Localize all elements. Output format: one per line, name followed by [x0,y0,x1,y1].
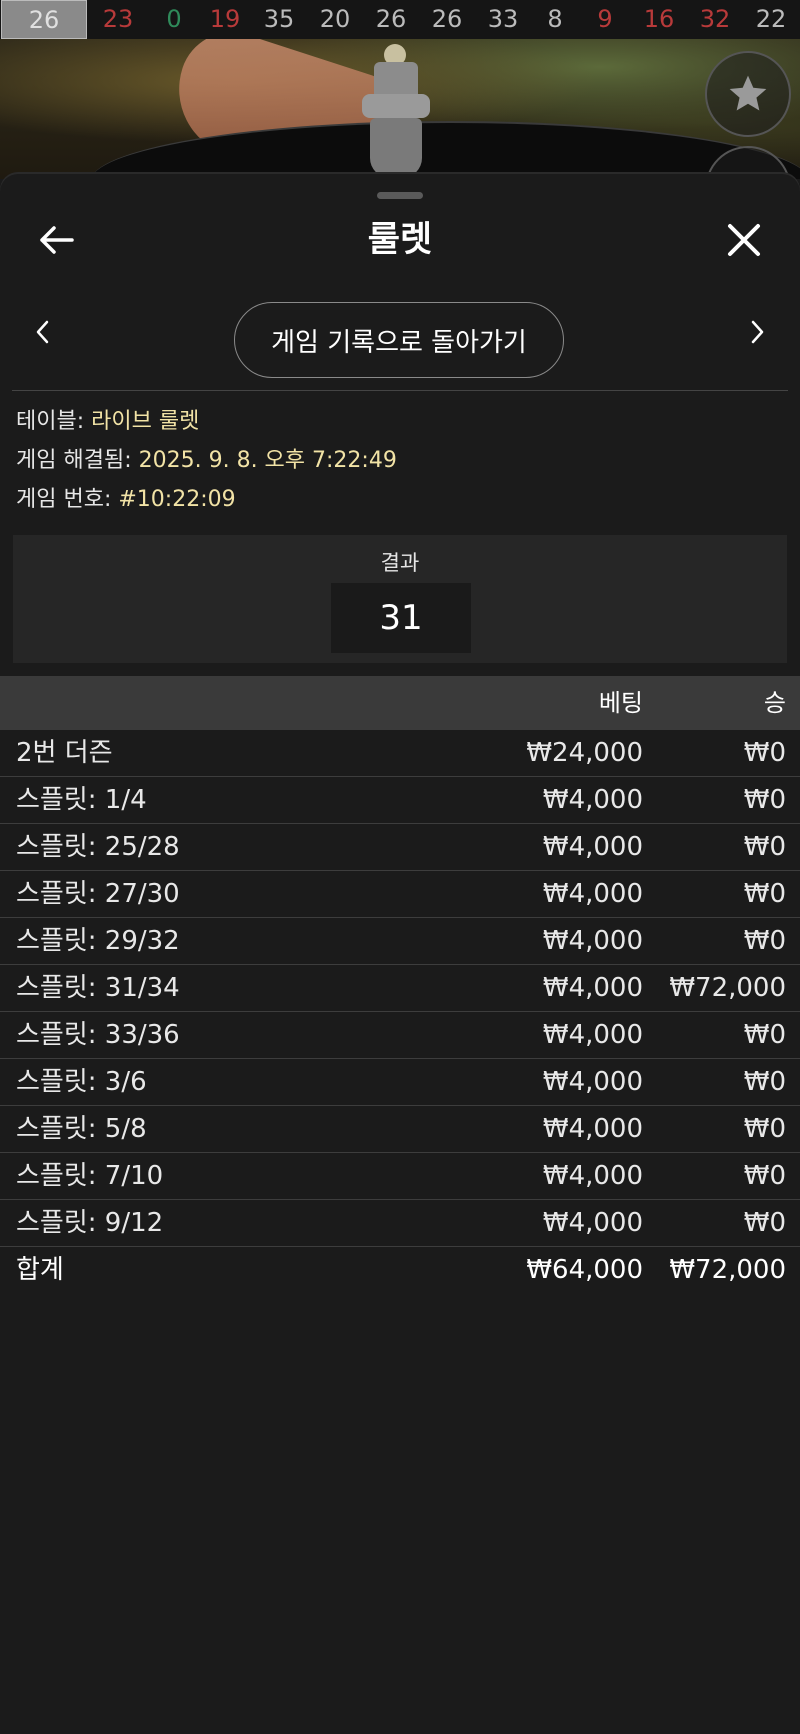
recent-results-strip: 26 23 0 19 35 20 26 26 33 8 9 16 32 22 [0,0,800,39]
win-amount: ₩0 [743,926,786,956]
result-number: 31 [331,583,471,653]
win-amount: ₩0 [743,1114,786,1144]
resolved-label: 게임 해결됨: [16,448,139,473]
table-row: 스플릿: 9/12 ₩4,000 ₩0 [0,1200,800,1247]
recent-result-number: 35 [263,5,295,33]
table-label: 테이블: [16,409,92,434]
sheet-grabber[interactable] [377,192,423,199]
game-history-panel: 룰렛 게임 기록으로 돌아가기 테이블: 라이브 룰렛 게임 해결됨: 2025… [0,174,800,1734]
recent-result-number: 33 [487,5,519,33]
recent-result-number: 26 [431,5,463,33]
win-amount: ₩0 [743,738,786,768]
game-number-value: #10:22:09 [118,487,236,512]
win-amount: ₩0 [743,1020,786,1050]
win-amount: ₩0 [743,879,786,909]
recent-result-number: 16 [643,5,675,33]
bet-name: 스플릿: 3/6 [16,1067,147,1097]
bet-name: 스플릿: 9/12 [16,1208,164,1238]
win-amount: ₩0 [743,832,786,862]
bet-amount: ₩24,000 [526,738,643,768]
bets-table-body: 2번 더즌 ₩24,000 ₩0 스플릿: 1/4 ₩4,000 ₩0 스플릿: 25/28… [0,730,800,1293]
result-label: 결과 [380,551,420,575]
table-row: 2번 더즌 ₩24,000 ₩0 [0,730,800,777]
divider [12,390,788,391]
bet-amount: ₩4,000 [542,973,643,1003]
table-row: 스플릿: 27/30 ₩4,000 ₩0 [0,871,800,918]
bet-amount: ₩4,000 [542,1020,643,1050]
star-icon [729,75,767,111]
wheel-turret [360,44,432,179]
bet-amount: ₩4,000 [542,832,643,862]
recent-result-number: 26 [1,0,87,39]
arrow-left-icon [40,226,74,254]
previous-game-button[interactable] [24,312,60,352]
table-total-row: 합계 ₩64,000 ₩72,000 [0,1247,800,1293]
bet-name: 스플릿: 1/4 [16,785,147,815]
close-button[interactable] [720,216,768,264]
live-video-feed [0,39,800,179]
recent-result-number: 22 [755,5,787,33]
table-row: 스플릿: 25/28 ₩4,000 ₩0 [0,824,800,871]
bet-amount: ₩4,000 [542,1208,643,1238]
bet-amount: ₩4,000 [542,926,643,956]
resolved-value: 2025. 9. 8. 오후 7:22:49 [138,448,397,473]
table-row: 스플릿: 29/32 ₩4,000 ₩0 [0,918,800,965]
recent-result-number: 19 [209,5,241,33]
column-header-win: 승 [763,689,786,717]
win-amount: ₩0 [743,1161,786,1191]
recent-result-number: 8 [547,5,563,33]
table-row: 스플릿: 3/6 ₩4,000 ₩0 [0,1059,800,1106]
bet-name: 스플릿: 7/10 [16,1161,164,1191]
chevron-right-icon [751,320,764,344]
chevron-left-icon [36,320,49,344]
bet-amount: ₩4,000 [542,785,643,815]
result-box: 결과 31 [13,535,787,663]
bet-name: 스플릿: 27/30 [16,879,180,909]
bet-name: 2번 더즌 [16,738,113,768]
bet-name: 합계 [16,1255,64,1285]
win-amount: ₩0 [743,1067,786,1097]
bet-name: 스플릿: 31/34 [16,973,180,1003]
recent-result-number: 20 [319,5,351,33]
back-button[interactable] [32,216,80,264]
page-title: 룰렛 [367,220,433,260]
bet-amount: ₩4,000 [542,879,643,909]
bet-name: 스플릿: 5/8 [16,1114,147,1144]
game-number-info: 게임 번호: #10:22:09 [16,485,236,515]
close-icon [728,224,760,256]
table-info: 테이블: 라이브 룰렛 [16,407,199,437]
back-to-history-button[interactable]: 게임 기록으로 돌아가기 [234,302,564,378]
win-amount: ₩0 [743,1208,786,1238]
recent-result-number: 32 [699,5,731,33]
recent-result-number: 9 [597,5,613,33]
recent-result-number: 23 [102,5,134,33]
resolved-info: 게임 해결됨: 2025. 9. 8. 오후 7:22:49 [16,446,397,476]
recent-result-number: 26 [375,5,407,33]
recent-result-number: 0 [166,5,182,33]
bets-table-header: 베팅 승 [0,676,800,730]
table-row: 스플릿: 31/34 ₩4,000 ₩72,000 [0,965,800,1012]
column-header-bet: 베팅 [598,689,643,717]
win-amount: ₩72,000 [669,1255,786,1285]
win-amount: ₩0 [743,785,786,815]
next-game-button[interactable] [740,312,776,352]
bet-name: 스플릿: 33/36 [16,1020,180,1050]
bet-amount: ₩4,000 [542,1067,643,1097]
favorite-button[interactable] [705,51,791,137]
win-amount: ₩72,000 [669,973,786,1003]
bet-amount: ₩4,000 [542,1114,643,1144]
table-value: 라이브 룰렛 [91,409,200,434]
bet-name: 스플릿: 25/28 [16,832,180,862]
table-row: 스플릿: 1/4 ₩4,000 ₩0 [0,777,800,824]
table-row: 스플릿: 7/10 ₩4,000 ₩0 [0,1153,800,1200]
bet-amount: ₩4,000 [542,1161,643,1191]
game-number-label: 게임 번호: [16,487,119,512]
bet-amount: ₩64,000 [526,1255,643,1285]
table-row: 스플릿: 33/36 ₩4,000 ₩0 [0,1012,800,1059]
table-row: 스플릿: 5/8 ₩4,000 ₩0 [0,1106,800,1153]
bet-name: 스플릿: 29/32 [16,926,180,956]
